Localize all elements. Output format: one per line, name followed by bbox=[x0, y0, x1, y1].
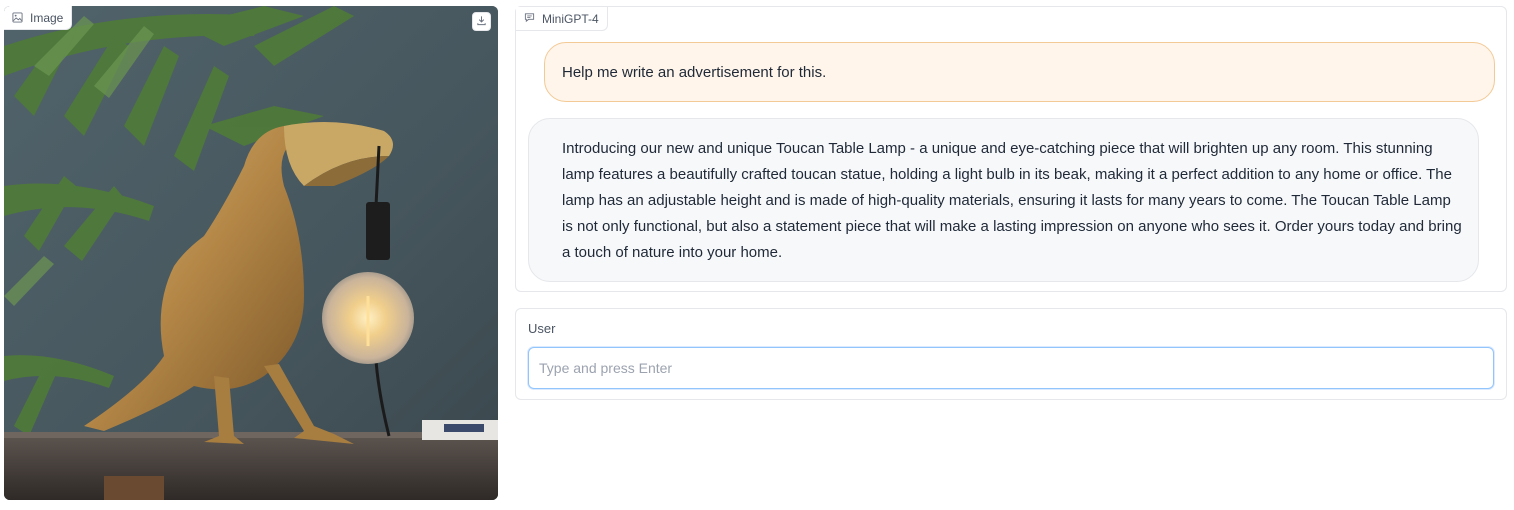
chat-icon bbox=[524, 12, 535, 26]
chatbot-panel: MiniGPT-4 Help me write an advertisement… bbox=[515, 6, 1507, 292]
user-textbox[interactable] bbox=[528, 347, 1494, 389]
download-icon bbox=[476, 13, 487, 31]
bot-message-text: Introducing our new and unique Toucan Ta… bbox=[562, 140, 1462, 261]
user-input-label: User bbox=[528, 321, 556, 336]
image-block-label: Image bbox=[4, 6, 73, 30]
user-message: Help me write an advertisement for this. bbox=[544, 42, 1495, 102]
image-label-text: Image bbox=[30, 10, 64, 25]
image-panel[interactable]: Image bbox=[4, 6, 498, 500]
download-button[interactable] bbox=[472, 12, 491, 31]
image-icon bbox=[12, 12, 23, 23]
bot-message: Introducing our new and unique Toucan Ta… bbox=[528, 118, 1479, 282]
uploaded-image bbox=[4, 6, 498, 500]
chatbot-label: MiniGPT-4 bbox=[516, 7, 608, 31]
user-input-panel: User bbox=[515, 308, 1507, 400]
user-message-text: Help me write an advertisement for this. bbox=[562, 63, 827, 81]
chatbot-label-text: MiniGPT-4 bbox=[542, 11, 599, 26]
